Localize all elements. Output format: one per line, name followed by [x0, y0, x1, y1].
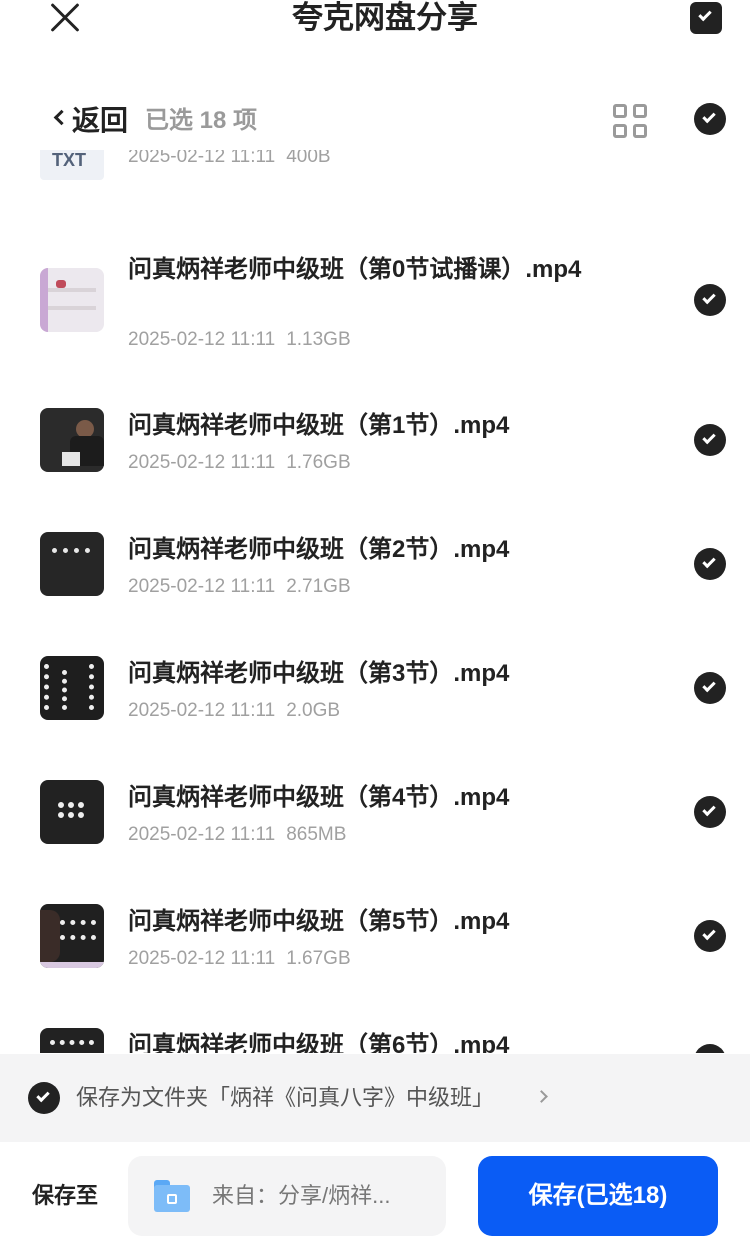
- destination-picker[interactable]: 来自：分享/炳祥...: [128, 1156, 446, 1236]
- video-thumbnail: [40, 532, 104, 596]
- list-item[interactable]: 问真炳祥老师中级班（第5节）.mp4 2025-02-12 11:11 1.67G…: [0, 904, 750, 1028]
- file-meta: 2025-02-12 11:11 2.71GB: [128, 576, 351, 597]
- file-list: TXT 2025-02-12 11:11 400B 问真炳祥老师中级班（第0节试播…: [0, 150, 750, 1053]
- txt-file-icon: TXT: [40, 150, 104, 180]
- bottom-action-bar: 保存至 来自：分享/炳祥... 保存(已选18): [0, 1142, 750, 1250]
- video-thumbnail: [40, 408, 104, 472]
- file-meta: 2025-02-12 11:11 400B: [128, 150, 331, 167]
- select-all-check-icon[interactable]: [694, 103, 726, 135]
- file-meta: 2025-02-12 11:11 1.67GB: [128, 948, 351, 969]
- thumb-label: TXT: [52, 150, 86, 170]
- title-bar: 夸克网盘分享: [0, 0, 750, 70]
- file-meta: 2025-02-12 11:11 1.76GB: [128, 452, 351, 473]
- check-circle-icon[interactable]: [694, 920, 726, 952]
- page-title: 夸克网盘分享: [292, 0, 478, 35]
- video-thumbnail: [40, 268, 104, 332]
- list-item[interactable]: 问真炳祥老师中级班（第2节）.mp4 2025-02-12 11:11 2.71G…: [0, 532, 750, 656]
- check-circle-icon[interactable]: [694, 796, 726, 828]
- list-item[interactable]: 问真炳祥老师中级班（第6节）.mp4: [0, 1028, 750, 1053]
- save-to-label: 保存至: [32, 1183, 99, 1208]
- list-item[interactable]: 问真炳祥老师中级班（第0节试播课）.mp4 2025-02-12 11:11 1.…: [0, 252, 750, 376]
- save-as-folder-option[interactable]: 保存为文件夹「炳祥《问真八字》中级班」: [0, 1054, 750, 1142]
- file-name: 问真炳祥老师中级班（第5节）.mp4: [128, 908, 510, 935]
- selected-count: 已选 18 项: [145, 107, 258, 134]
- file-meta: 2025-02-12 11:11 2.0GB: [128, 700, 341, 721]
- chevron-right-icon[interactable]: [535, 1090, 548, 1103]
- file-name: 问真炳祥老师中级班（第2节）.mp4: [128, 536, 510, 563]
- check-circle-icon[interactable]: [694, 548, 726, 580]
- list-item[interactable]: TXT 2025-02-12 11:11 400B: [0, 150, 750, 248]
- list-item[interactable]: 问真炳祥老师中级班（第3节）.mp4 2025-02-12 11:11 2.0GB: [0, 656, 750, 780]
- check-circle-icon[interactable]: [28, 1082, 60, 1114]
- folder-icon: [154, 1180, 190, 1212]
- save-button[interactable]: 保存(已选18): [478, 1156, 718, 1236]
- file-name: 问真炳祥老师中级班（第6节）.mp4: [128, 1032, 510, 1053]
- check-circle-icon[interactable]: [694, 1044, 726, 1053]
- back-button[interactable]: 返回: [72, 104, 128, 138]
- file-meta: 2025-02-12 11:11 1.13GB: [128, 329, 351, 350]
- checkbox-checked-icon[interactable]: [690, 2, 722, 34]
- grid-view-icon[interactable]: [613, 104, 647, 138]
- list-item[interactable]: 问真炳祥老师中级班（第4节）.mp4 2025-02-12 11:11 865MB: [0, 780, 750, 904]
- video-thumbnail: [40, 780, 104, 844]
- back-chevron-icon[interactable]: [53, 109, 70, 126]
- check-circle-icon[interactable]: [694, 672, 726, 704]
- list-item[interactable]: 问真炳祥老师中级班（第1节）.mp4 2025-02-12 11:11 1.76G…: [0, 408, 750, 532]
- file-meta: 2025-02-12 11:11 865MB: [128, 824, 347, 845]
- video-thumbnail: [40, 656, 104, 720]
- nav-bar: 返回 已选 18 项: [0, 96, 750, 146]
- check-circle-icon[interactable]: [694, 284, 726, 316]
- file-name: 问真炳祥老师中级班（第3节）.mp4: [128, 660, 510, 687]
- save-as-folder-label: 保存为文件夹「炳祥《问真八字》中级班」: [76, 1085, 495, 1110]
- video-thumbnail: [40, 1028, 104, 1053]
- check-circle-icon[interactable]: [694, 424, 726, 456]
- video-thumbnail: [40, 904, 104, 968]
- file-name: 问真炳祥老师中级班（第1节）.mp4: [128, 412, 510, 439]
- file-name: 问真炳祥老师中级班（第0节试播课）.mp4: [128, 256, 582, 283]
- file-name: 问真炳祥老师中级班（第4节）.mp4: [128, 784, 510, 811]
- destination-path: 来自：分享/炳祥...: [212, 1183, 391, 1208]
